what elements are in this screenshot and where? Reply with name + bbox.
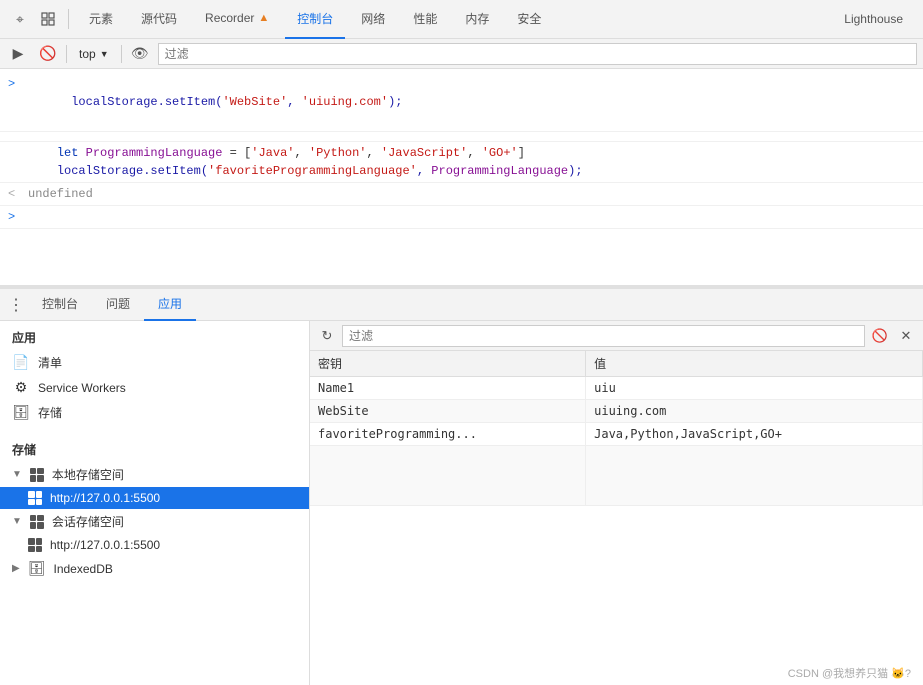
code-span: 'WebSite' — [222, 95, 287, 109]
bottom-tab-bar: ⋮ 控制台 问题 应用 — [0, 289, 923, 321]
col-key: 密钥 — [310, 351, 586, 377]
tab-network[interactable]: 网络 — [349, 0, 397, 39]
inspect-icon[interactable] — [36, 7, 60, 31]
row-key: Name1 — [310, 377, 586, 400]
console-text-3: undefined — [28, 185, 915, 203]
expand-icon-indexeddb: ▶ — [12, 563, 20, 574]
sidebar-session-storage-url[interactable]: http://127.0.0.1:5500 — [0, 534, 309, 556]
attribution-text: CSDN @我想养只猫 🐱? — [788, 665, 911, 681]
block-btn-right[interactable]: 🚫 — [869, 325, 891, 347]
row-value: uiu — [586, 377, 923, 400]
indexeddb-label: IndexedDB — [53, 562, 112, 576]
toolbar-divider-2 — [121, 45, 122, 63]
bottom-tab-issues[interactable]: 问题 — [92, 289, 144, 321]
code-span: localStorage.setItem( — [71, 95, 222, 109]
col-value: 值 — [586, 351, 923, 377]
console-line-4: > — [0, 206, 923, 229]
sidebar-item-manifest[interactable]: 📄 清单 — [0, 350, 309, 375]
dropdown-arrow-icon: ▼ — [100, 49, 109, 59]
sidebar-item-storage[interactable]: 🗄 存储 — [0, 400, 309, 425]
manifest-icon: 📄 — [12, 354, 30, 371]
sidebar-local-storage-url[interactable]: http://127.0.0.1:5500 — [0, 487, 309, 509]
bottom-content: 应用 📄 清单 ⚙ Service Workers 🗄 存储 存储 ▼ — [0, 321, 923, 685]
bottom-panel: ⋮ 控制台 问题 应用 应用 📄 清单 ⚙ Service Workers 🗄 … — [0, 289, 923, 685]
cursor-icon[interactable]: ⌖ — [8, 7, 32, 31]
console-prefix-4: > — [8, 208, 20, 226]
row-value: Java,Python,JavaScript,GO+ — [586, 423, 923, 446]
sidebar-indexeddb[interactable]: ▶ 🗄 IndexedDB — [0, 556, 309, 581]
eye-btn[interactable]: 👁 — [128, 42, 152, 66]
row-key: favoriteProgramming... — [310, 423, 586, 446]
storage-label: 存储 — [38, 404, 62, 421]
manifest-label: 清单 — [38, 354, 62, 371]
app-sidebar: 应用 📄 清单 ⚙ Service Workers 🗄 存储 存储 ▼ — [0, 321, 310, 685]
console-line-2: let ProgrammingLanguage = ['Java', 'Pyth… — [0, 142, 923, 183]
console-text-1: localStorage.setItem('WebSite', 'uiuing.… — [28, 75, 915, 129]
console-prefix-1: > — [8, 75, 20, 93]
tab-elements[interactable]: 元素 — [77, 0, 125, 39]
indexeddb-icon: 🗄 — [28, 560, 46, 577]
more-tabs-btn[interactable]: ⋮ — [4, 295, 28, 315]
local-storage-label: 本地存储空间 — [52, 466, 124, 483]
table-row[interactable]: WebSite uiuing.com — [310, 400, 923, 423]
console-prefix-3: < — [8, 185, 20, 203]
nav-divider-1 — [68, 9, 69, 29]
grid-icon-local-url — [28, 491, 42, 505]
bottom-tab-app[interactable]: 应用 — [144, 289, 196, 321]
code-span: 'uiuing.com' — [302, 95, 388, 109]
local-storage-url-label: http://127.0.0.1:5500 — [50, 491, 160, 505]
grid-icon-local — [30, 468, 44, 482]
console-line-blank — [0, 132, 923, 142]
storage-table: 密钥 值 Name1 uiu WebSite uiuing.com — [310, 351, 923, 506]
close-btn[interactable]: ✕ — [895, 325, 917, 347]
expand-icon-session: ▼ — [12, 516, 22, 527]
recorder-indicator: ▲ — [258, 12, 269, 24]
service-workers-label: Service Workers — [38, 381, 126, 395]
tab-source[interactable]: 源代码 — [129, 0, 189, 39]
refresh-btn[interactable]: ↻ — [316, 325, 338, 347]
sidebar-session-storage[interactable]: ▼ 会话存储空间 — [0, 509, 309, 534]
top-nav-bar: ⌖ 元素 源代码 Recorder ▲ 控制台 网络 性能 内存 安全 Ligh… — [0, 0, 923, 39]
code-span: , — [287, 95, 301, 109]
grid-icon-session-url — [28, 538, 42, 552]
table-row-empty — [310, 446, 923, 506]
toolbar-divider-1 — [66, 45, 67, 63]
tab-performance[interactable]: 性能 — [401, 0, 449, 39]
table-row[interactable]: Name1 uiu — [310, 377, 923, 400]
tab-lighthouse[interactable]: Lighthouse — [832, 12, 915, 26]
console-filter-input[interactable] — [158, 43, 917, 65]
expand-icon-local: ▼ — [12, 469, 22, 480]
code-span: ); — [388, 95, 402, 109]
tab-console[interactable]: 控制台 — [285, 0, 345, 39]
console-text-2: let ProgrammingLanguage = ['Java', 'Pyth… — [28, 146, 583, 178]
block-btn[interactable]: 🚫 — [36, 42, 60, 66]
table-row[interactable]: favoriteProgramming... Java,Python,JavaS… — [310, 423, 923, 446]
console-line-3: < undefined — [0, 183, 923, 206]
storage-icon: 🗄 — [12, 404, 30, 421]
context-label: top — [79, 47, 96, 61]
console-output-area: > localStorage.setItem('WebSite', 'uiuin… — [0, 69, 923, 289]
context-dropdown[interactable]: top ▼ — [73, 45, 115, 63]
row-value: uiuing.com — [586, 400, 923, 423]
console-line-1: > localStorage.setItem('WebSite', 'uiuin… — [0, 73, 923, 132]
service-workers-icon: ⚙ — [12, 379, 30, 396]
session-storage-url-label: http://127.0.0.1:5500 — [50, 538, 160, 552]
row-key: WebSite — [310, 400, 586, 423]
app-section-title: 应用 — [0, 321, 309, 350]
tab-memory[interactable]: 内存 — [453, 0, 501, 39]
storage-right-panel: ↻ 🚫 ✕ 密钥 值 Name1 uiu — [310, 321, 923, 685]
storage-table-scroll[interactable]: 密钥 值 Name1 uiu WebSite uiuing.com — [310, 351, 923, 685]
storage-section-title: 存储 — [0, 433, 309, 462]
console-toolbar: ▶ 🚫 top ▼ 👁 — [0, 39, 923, 69]
session-storage-label: 会话存储空间 — [52, 513, 124, 530]
play-btn[interactable]: ▶ — [6, 42, 30, 66]
storage-toolbar: ↻ 🚫 ✕ — [310, 321, 923, 351]
tab-security[interactable]: 安全 — [505, 0, 553, 39]
bottom-tab-console[interactable]: 控制台 — [28, 289, 92, 321]
tab-recorder[interactable]: Recorder ▲ — [193, 0, 281, 39]
sidebar-local-storage[interactable]: ▼ 本地存储空间 — [0, 462, 309, 487]
sidebar-item-service-workers[interactable]: ⚙ Service Workers — [0, 375, 309, 400]
storage-filter-input[interactable] — [342, 325, 865, 347]
grid-icon-session — [30, 515, 44, 529]
